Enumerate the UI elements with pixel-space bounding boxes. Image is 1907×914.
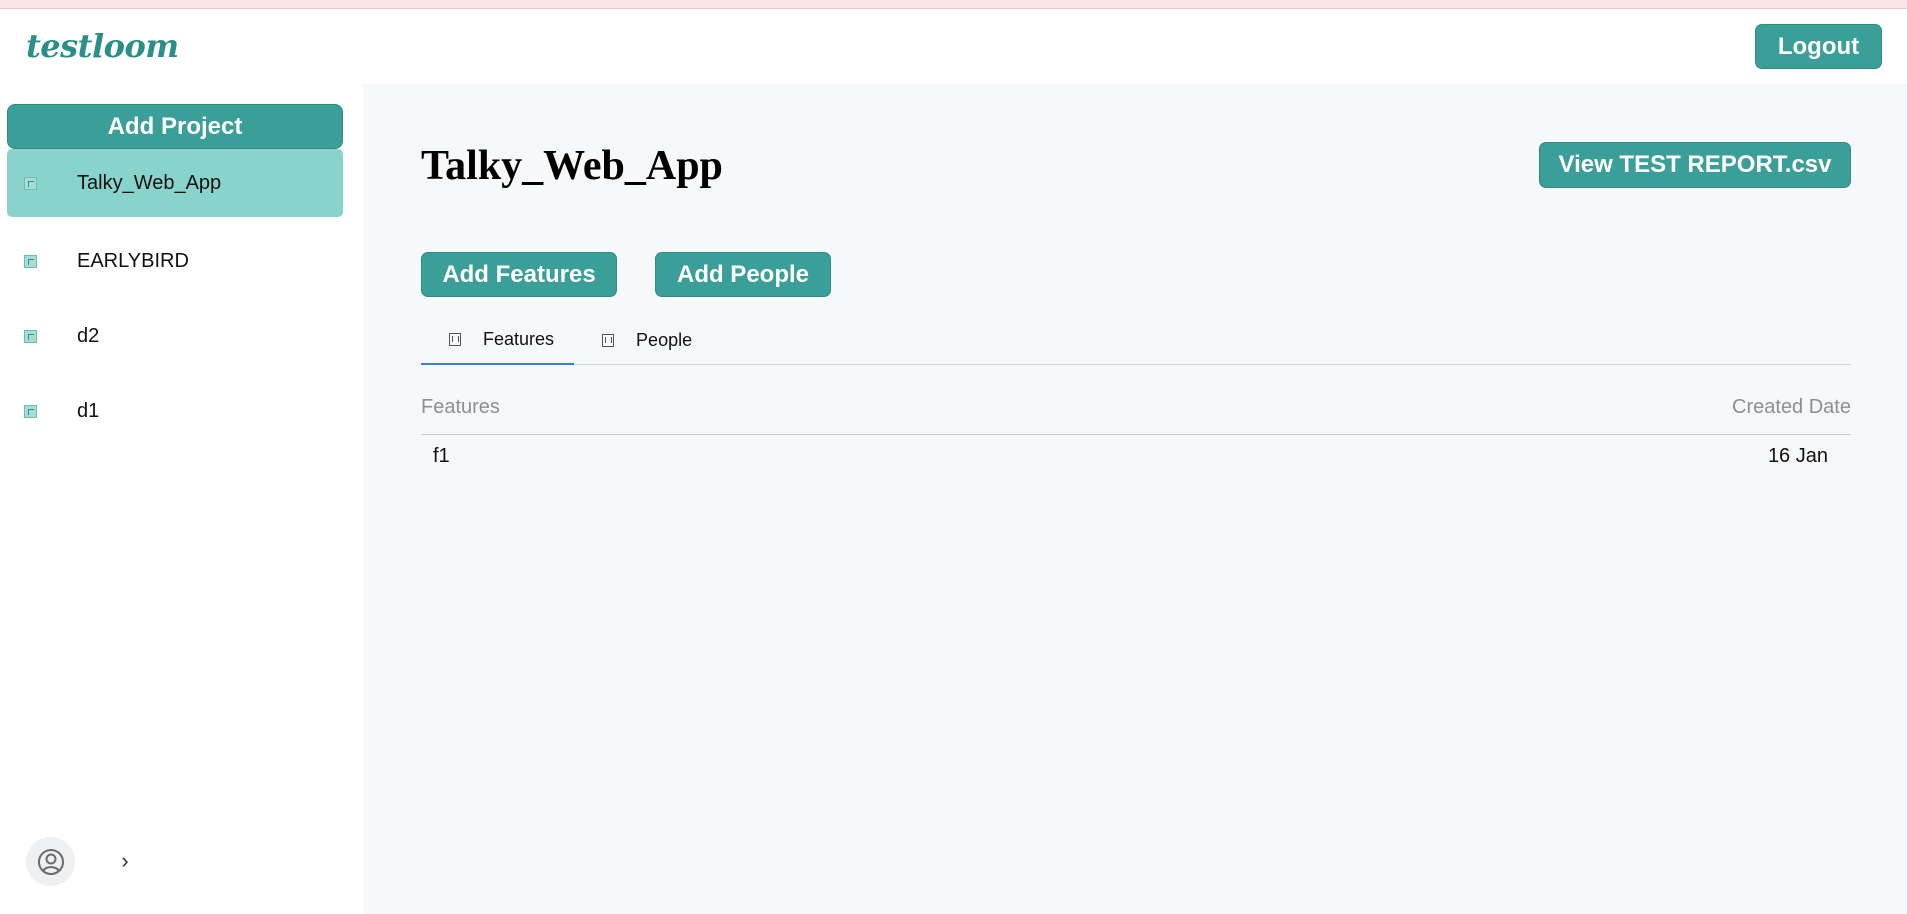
add-project-button[interactable]: Add Project (7, 104, 343, 149)
tab-label: Features (483, 329, 555, 349)
tab-features[interactable]: Features (421, 316, 575, 365)
project-label: Talky_Web_App (77, 171, 222, 194)
project-icon (24, 330, 37, 343)
tab-label: People (636, 330, 693, 350)
project-icon (24, 176, 37, 190)
tab-bar: Features People (421, 316, 1851, 365)
project-list: Talky_Web_App EARLYBIRD d2 d1 (7, 149, 343, 449)
view-test-report-button[interactable]: View TEST REPORT.csv (1539, 142, 1851, 188)
add-features-button[interactable]: Add Features (421, 252, 617, 297)
project-sidebar: Add Project Talky_Web_App EARLYBIRD d2 d… (0, 84, 363, 914)
logout-button[interactable]: Logout (1755, 24, 1882, 69)
project-label: d2 (77, 325, 100, 347)
project-detail-panel: Talky_Web_App View TEST REPORT.csv Add F… (363, 84, 1907, 914)
project-icon (24, 405, 37, 418)
features-table-header: Features Created Date (421, 386, 1851, 435)
feature-name-cell: f1 (433, 445, 450, 467)
tab-people[interactable]: People (574, 316, 712, 365)
project-item-d2[interactable]: d2 (7, 299, 343, 374)
app-header: testloom Logout (0, 9, 1907, 84)
project-label: EARLYBIRD (77, 250, 189, 272)
testloom-logo[interactable]: testloom (26, 27, 179, 65)
user-circle-icon (37, 848, 64, 875)
chevron-right-icon[interactable]: › (116, 846, 134, 876)
building-icon (602, 334, 615, 347)
table-row[interactable]: f1 16 Jan (421, 436, 1851, 484)
building-icon (449, 333, 461, 346)
project-label: d1 (77, 400, 100, 422)
add-people-button[interactable]: Add People (655, 252, 831, 297)
column-header-created-date: Created Date (1732, 396, 1851, 418)
user-avatar-button[interactable] (26, 837, 75, 886)
column-header-features: Features (421, 396, 500, 418)
project-item-talky-web-app[interactable]: Talky_Web_App (7, 149, 343, 217)
page-title: Talky_Web_App (421, 143, 723, 189)
top-strip (0, 0, 1907, 9)
created-date-cell: 16 Jan (1767, 445, 1828, 467)
project-icon (24, 255, 37, 268)
project-item-d1[interactable]: d1 (7, 374, 343, 449)
project-item-earlybird[interactable]: EARLYBIRD (7, 224, 343, 299)
